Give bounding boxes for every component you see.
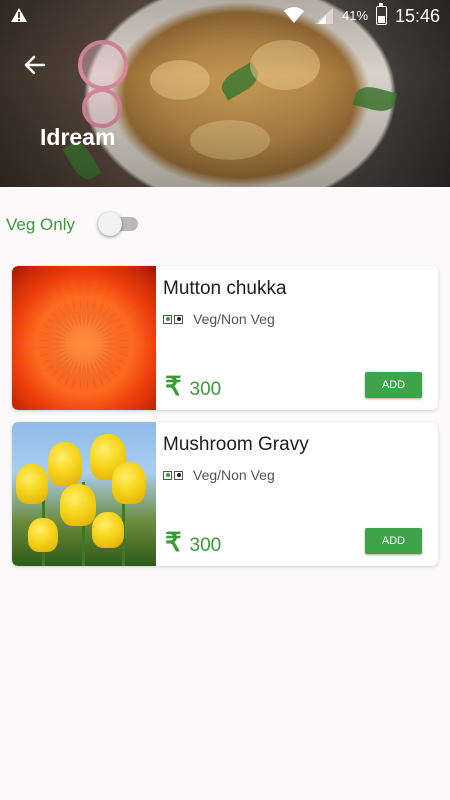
veg-indicator-icon [163,470,172,480]
menu-item-price: ₹ 300 [165,527,221,558]
nonveg-indicator-icon [174,470,183,480]
veg-indicator-icon [163,314,172,324]
rupee-icon: ₹ [165,527,182,557]
battery-icon [376,3,387,25]
menu-item-type: Veg/Non Veg [163,467,275,483]
menu-item-type: Veg/Non Veg [163,311,275,327]
tulip [60,484,96,526]
menu-item-name: Mutton chukka [163,278,287,299]
menu-item-price: ₹ 300 [165,371,221,402]
header-banner: 41% 15:46 Idream [0,0,450,187]
tulips-image [12,422,156,566]
price-value: 300 [189,379,222,400]
veg-only-toggle[interactable] [98,212,140,236]
tulip [92,512,124,548]
status-bar: 41% 15:46 [0,0,450,32]
page-title: Idream [40,124,116,150]
wifi-icon [284,7,304,23]
chrysanthemum-image [12,266,156,410]
back-arrow-icon[interactable] [18,48,52,82]
menu-item-type-label: Veg/Non Veg [193,311,275,327]
nonveg-indicator-icon [174,314,183,324]
add-button[interactable]: ADD [365,528,422,554]
tulip [112,462,146,504]
menu-item-type-label: Veg/Non Veg [193,467,275,483]
menu-item-name: Mushroom Gravy [163,434,309,455]
add-button[interactable]: ADD [365,372,422,398]
status-clock: 15:46 [395,6,441,26]
battery-level [378,16,385,23]
warning-icon [11,8,27,22]
menu-item-card[interactable]: Mutton chukka Veg/Non Veg ₹ 300 ADD [12,266,438,410]
rupee-icon: ₹ [165,371,182,401]
price-value: 300 [189,535,222,556]
menu-item-image [12,266,156,410]
menu-item-image [12,422,156,566]
tulip [48,442,82,486]
toggle-thumb[interactable] [98,212,122,236]
menu-item-card[interactable]: Mushroom Gravy Veg/Non Veg ₹ 300 ADD [12,422,438,566]
tulip [16,464,48,504]
signal-icon [315,8,333,24]
battery-percent: 41% [342,8,369,23]
veg-only-label: Veg Only [6,215,75,234]
tulip [28,518,58,552]
